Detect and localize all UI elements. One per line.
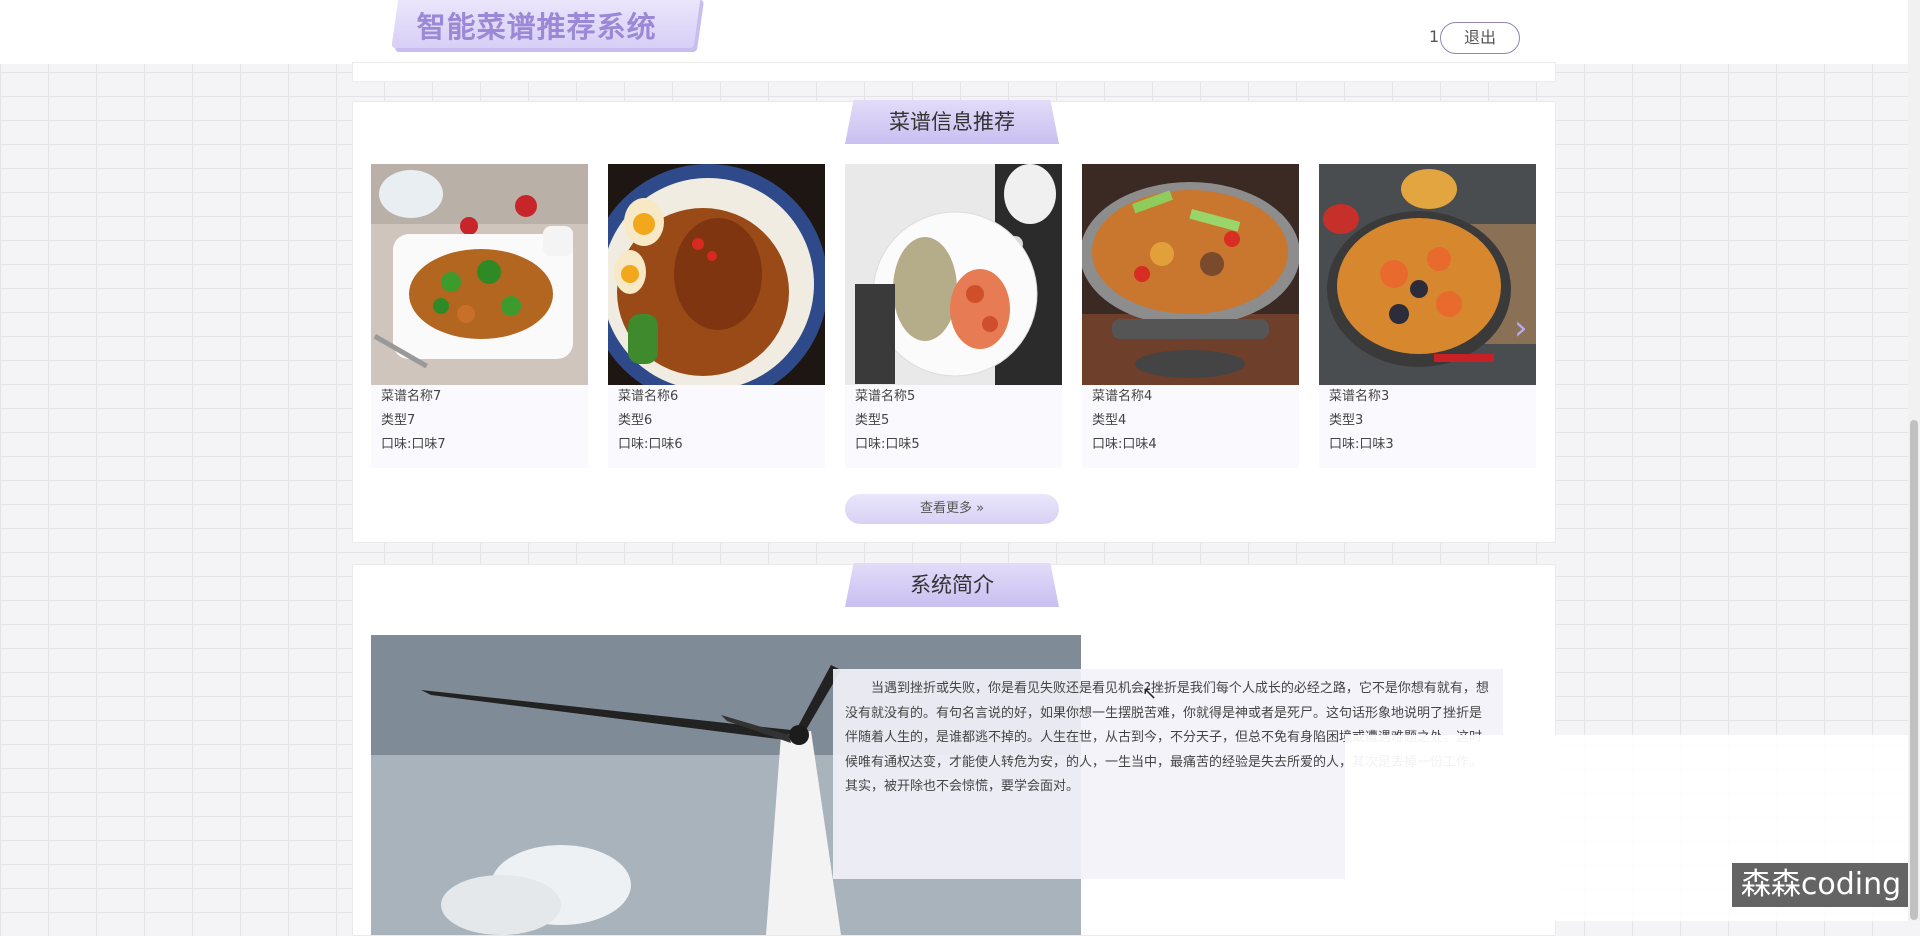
seafood-paella-photo[interactable] (1319, 164, 1536, 385)
recipe-card[interactable]: 菜谱名称3 类型3 口味:口味3 (1319, 164, 1536, 468)
recipe-taste: 口味:口味6 (618, 437, 683, 452)
rice-shrimp-photo[interactable] (845, 164, 1062, 385)
recipe-card[interactable]: 菜谱名称7 类型7 口味:口味7 (371, 164, 588, 468)
recipe-card[interactable]: 菜谱名称6 类型6 口味:口味6 (608, 164, 825, 468)
recipe-type: 类型6 (618, 413, 653, 428)
recipe-taste: 口味:口味4 (1092, 437, 1157, 452)
recipe-taste: 口味:口味5 (855, 437, 920, 452)
carousel-next-icon[interactable]: › (1514, 308, 1528, 348)
recipe-taste: 口味:口味7 (381, 437, 446, 452)
section-title-intro: 系统简介 (845, 563, 1059, 607)
recipe-type: 类型5 (855, 413, 890, 428)
recipe-type: 类型7 (381, 413, 416, 428)
view-more-button[interactable]: 查看更多 » (845, 494, 1059, 524)
username-label: 1 (1429, 27, 1440, 46)
recipe-taste: 口味:口味3 (1329, 437, 1394, 452)
mouse-cursor-icon: ↖ (1142, 683, 1158, 704)
braised-chicken-photo[interactable] (608, 164, 825, 385)
recipe-name: 菜谱名称5 (855, 389, 916, 404)
recipe-name: 菜谱名称3 (1329, 389, 1390, 404)
page-scrollbar[interactable] (1908, 0, 1920, 921)
recipe-name: 菜谱名称4 (1092, 389, 1153, 404)
recipe-card[interactable]: 菜谱名称4 类型4 口味:口味4 (1082, 164, 1299, 468)
header-panel-edge (352, 62, 1556, 82)
brand-banner: 智能菜谱推荐系统 (391, 0, 701, 48)
logout-button[interactable]: 退出 (1440, 22, 1520, 54)
section-title-recommend: 菜谱信息推荐 (845, 100, 1059, 144)
scrollbar-thumb[interactable] (1910, 420, 1918, 920)
chicken-peppers-photo[interactable] (371, 164, 588, 385)
top-header: 智能菜谱推荐系统 1 退出 (0, 0, 1908, 64)
site-title: 智能菜谱推荐系统 (416, 10, 657, 44)
watermark: 森森coding (1732, 863, 1910, 907)
recipe-name: 菜谱名称6 (618, 389, 679, 404)
recipe-type: 类型4 (1092, 413, 1127, 428)
recipe-type: 类型3 (1329, 413, 1364, 428)
recipe-card[interactable]: 菜谱名称5 类型5 口味:口味5 (845, 164, 1062, 468)
dry-pot-photo[interactable] (1082, 164, 1299, 385)
recipe-recommend-section: 菜谱信息推荐 菜谱名称7 类型7 口味:口味7 菜谱名称6 类型6 口味:口味6… (352, 100, 1556, 543)
recipe-name: 菜谱名称7 (381, 389, 442, 404)
